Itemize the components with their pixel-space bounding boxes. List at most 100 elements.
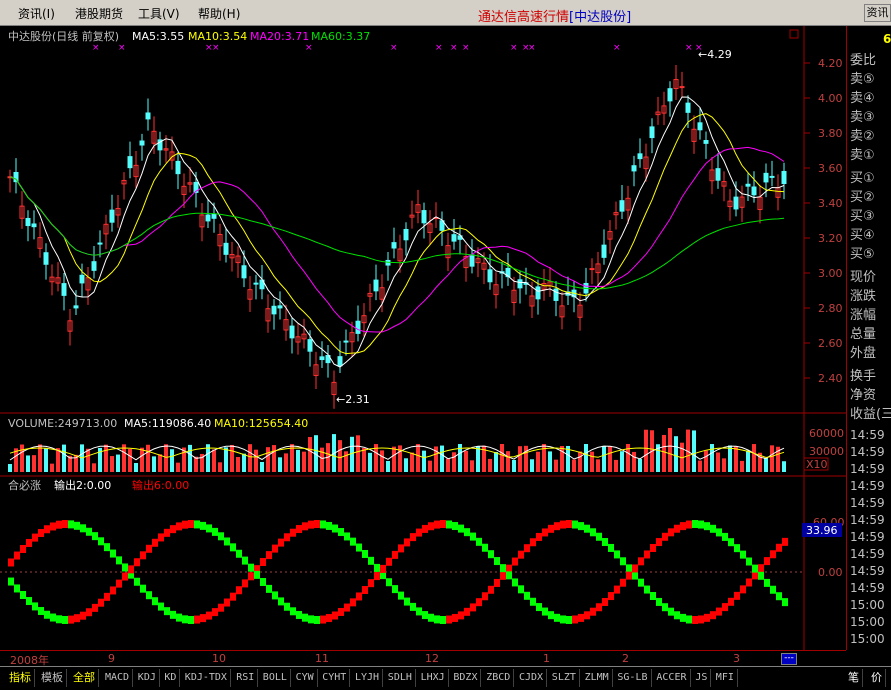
trade-time: 14:59 [850,445,885,459]
volume-header-value: VOLUME:249713.00 [8,417,117,430]
tab-right-1[interactable]: 价 [868,669,886,687]
volume-bar [470,460,474,472]
tab-lhxj[interactable]: LHXJ [418,669,449,687]
tab-bdzx[interactable]: BDZX [450,669,482,687]
indicator-band-bottom [320,615,326,624]
tab-lyjh[interactable]: LYJH [352,669,384,687]
indicator-band-top [140,584,146,593]
candle-body [649,126,655,139]
indicator-band-top [122,563,128,572]
tab-boll[interactable]: BOLL [260,669,291,687]
volume-bar [710,444,714,472]
indicator-band-top [296,525,302,534]
indicator-band-top [434,615,440,624]
indicator-band-top [500,571,506,580]
indicator-band-top [698,615,704,624]
menu-item-help[interactable]: 帮助(H) [198,5,240,22]
indicator-band-top [356,543,362,552]
indicator-band-top [776,543,782,552]
price-tick-label: 3.20 [818,232,843,245]
tab-slzt[interactable]: SLZT [549,669,580,687]
indicator-band-top [476,598,482,607]
indicator-band-bottom [134,558,140,567]
indicator-band-top [482,592,488,601]
chart-area[interactable]: 中达股份(日线 前复权) MA5:3.55 MA10:3.54 MA20:3.7… [0,26,846,650]
price-tick-label: 4.20 [818,57,843,70]
price-tick-label: 2.80 [818,302,843,315]
indicator-band-bottom [332,611,338,620]
indicator-band-top [566,520,572,529]
candle-body [715,168,721,181]
menu-item-tools[interactable]: 工具(V) [138,5,180,22]
tab-模板[interactable]: 模板 [38,669,67,687]
candle-body [271,305,277,315]
volume-bar [20,444,24,472]
candle-body [403,228,409,241]
tab-zbcd[interactable]: ZBCD [483,669,515,687]
indicator-band-bottom [728,538,734,547]
indicator-band-top [242,579,248,588]
signal-marker: × [305,43,313,53]
indicator-band-bottom [236,549,242,558]
indicator-band-top [704,613,710,622]
indicator-band-top [44,525,50,534]
panel-restore-icon[interactable] [789,29,799,39]
indicator-band-bottom [716,528,722,537]
volume-bar [302,451,306,472]
indicator-band-top [620,557,626,566]
signal-marker: × [92,43,100,53]
tab-zlmm[interactable]: ZLMM [582,669,613,687]
indicator-band-bottom [782,598,788,607]
indicator-band-top [32,533,38,542]
volume-bar [452,452,456,472]
tab-kdj[interactable]: KDJ [135,669,160,687]
tab-js[interactable]: JS [692,669,712,687]
indicator-band-bottom [170,525,176,534]
moving-average-lines [9,96,785,368]
tab-指标[interactable]: 指标 [6,669,35,687]
indicator-band-bottom [374,572,380,581]
menu-item-hk-futures[interactable]: 港股期货 [75,5,123,22]
tab-全部[interactable]: 全部 [70,669,99,687]
tab-accer[interactable]: ACCER [653,669,691,687]
volume-bar [608,446,612,472]
indicator-band-top [584,524,590,533]
trade-time: 14:59 [850,496,885,510]
indicator-band-top [314,520,320,529]
tab-cjdx[interactable]: CJDX [516,669,548,687]
volume-tick-30000: 30000 [809,445,844,458]
tab-cyht[interactable]: CYHT [319,669,351,687]
volume-bar [110,456,114,472]
tab-rsi[interactable]: RSI [233,669,259,687]
indicator-band-top [200,614,206,623]
high-annotation: ←4.29 [698,48,732,61]
indicator-band-bottom [512,578,518,587]
tab-kd[interactable]: KD [161,669,181,687]
tab-right-0[interactable]: 笔 [845,669,863,687]
tab-sdlh[interactable]: SDLH [385,669,416,687]
menu-item-info[interactable]: 资讯(I) [18,5,55,22]
volume-bar [8,464,12,472]
indicator-band-top [86,527,92,536]
indicator-band-top [290,528,296,537]
volume-bar [728,445,732,472]
indicator-band-bottom [200,521,206,530]
tab-mfi[interactable]: MFI [713,669,738,687]
indicator-band-bottom [698,520,704,529]
indicator-band-top [74,521,80,530]
tab-sg-lb[interactable]: SG-LB [614,669,652,687]
scroll-handle[interactable]: --- [781,653,797,665]
volume-bar [266,447,270,472]
volume-bar [614,459,618,472]
tab-kdj-tdx[interactable]: KDJ-TDX [182,669,231,687]
tab-cyw[interactable]: CYW [293,669,318,687]
indicator-band-bottom [452,522,458,531]
indicator-band-top [440,615,446,624]
candle-body [703,140,709,144]
volume-bar [116,454,120,472]
tab-macd[interactable]: MACD [102,669,134,687]
indicator-band-bottom [176,522,182,531]
info-button[interactable]: 资讯 [864,4,891,22]
indicator-band-bottom [704,522,710,531]
volume-bar [578,451,582,472]
